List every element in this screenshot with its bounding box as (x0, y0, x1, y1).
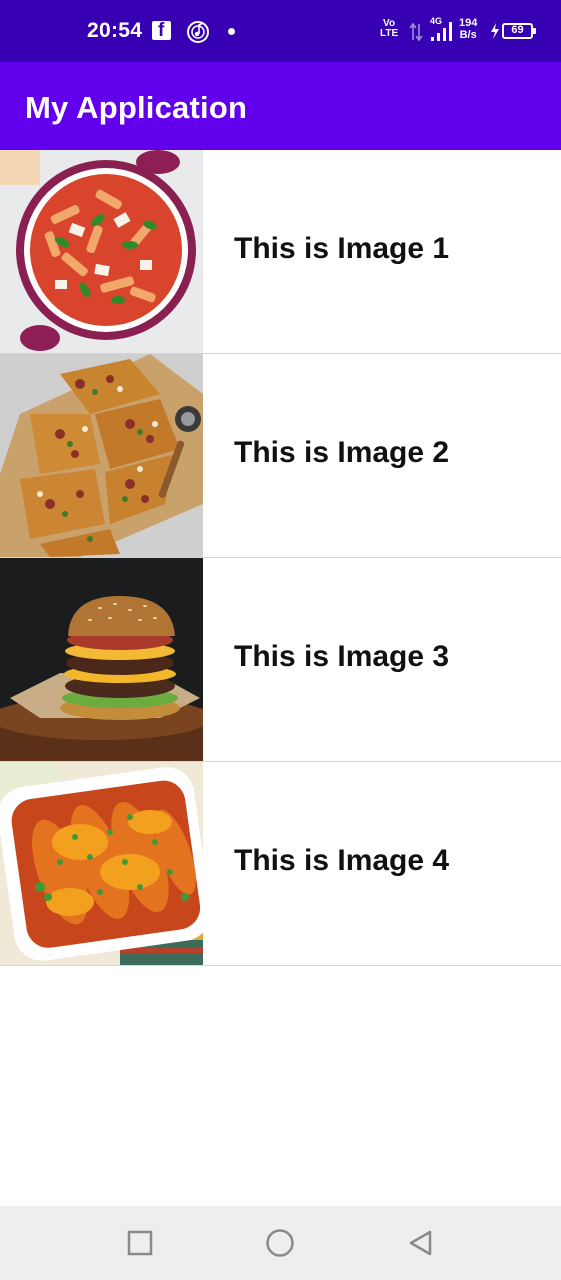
square-recents-icon[interactable] (123, 1226, 157, 1260)
charging-bolt-icon (491, 23, 499, 39)
signal-icon (431, 22, 452, 41)
volte-indicator: Vo LTE (380, 19, 398, 39)
network-speed: 194 B/s (459, 17, 477, 41)
volte-bottom: LTE (380, 28, 399, 39)
item-label: This is Image 3 (234, 640, 450, 673)
pizza-image (0, 354, 203, 557)
enchiladas-image (0, 762, 203, 965)
circle-home-icon[interactable] (263, 1226, 297, 1260)
item-label: This is Image 2 (234, 436, 450, 469)
music-icon (187, 21, 209, 43)
battery-icon: 69 (502, 23, 533, 39)
notification-dot-icon (228, 28, 235, 35)
status-time: 20:54 (87, 19, 143, 42)
data-arrows-icon (409, 22, 423, 42)
item-label: This is Image 1 (234, 232, 450, 265)
list-item[interactable]: This is Image 4 (0, 762, 561, 966)
status-bar: 20:54 f Vo LTE 4G 194 B/s 69 (0, 0, 561, 62)
list-item[interactable]: This is Image 3 (0, 558, 561, 762)
image-list: This is Image 1 This is Image 2 This is … (0, 150, 561, 966)
speed-value: 194 (459, 17, 478, 29)
list-item[interactable]: This is Image 2 (0, 354, 561, 558)
triangle-back-icon[interactable] (404, 1226, 438, 1260)
pasta-image (0, 150, 203, 353)
item-label: This is Image 4 (234, 844, 450, 877)
facebook-icon: f (152, 20, 171, 41)
app-title: My Application (25, 90, 248, 125)
speed-unit: B/s (459, 29, 477, 41)
list-item[interactable]: This is Image 1 (0, 150, 561, 354)
burger-image (0, 558, 203, 761)
navigation-bar (0, 1206, 561, 1280)
battery-tip (533, 28, 536, 34)
battery-level: 69 (511, 24, 524, 36)
app-bar: My Application (0, 62, 561, 150)
